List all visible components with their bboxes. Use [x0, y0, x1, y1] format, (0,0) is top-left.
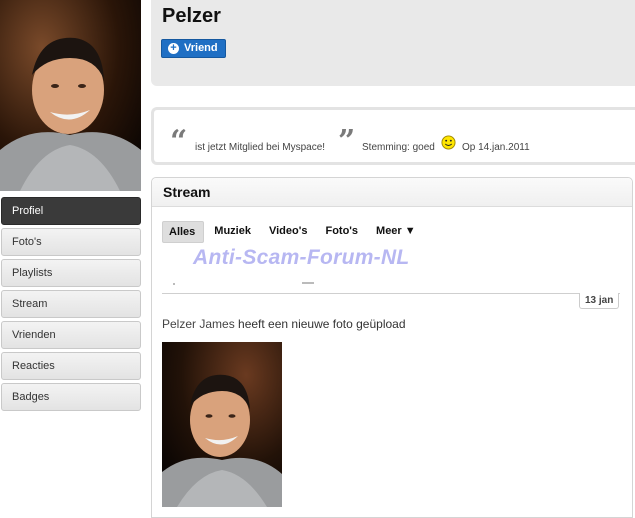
smiley-icon — [441, 135, 456, 150]
tab-meer[interactable]: Meer ▼ — [370, 221, 424, 243]
activity-text: heeft een nieuwe foto geüpload — [234, 317, 406, 331]
tab-fotos[interactable]: Foto's — [319, 221, 366, 243]
activity-item: Pelzer James heeft een nieuwe foto geüpl… — [162, 317, 406, 331]
profile-photo[interactable] — [0, 0, 141, 191]
add-friend-button[interactable]: + Vriend — [161, 39, 226, 58]
activity-user-link[interactable]: Pelzer James — [162, 317, 235, 331]
status-text: ist jetzt Mitglied bei Myspace! — [195, 142, 326, 153]
nav-item-reacties[interactable]: Reacties — [1, 352, 141, 380]
status-strip: “ ist jetzt Mitglied bei Myspace! ” Stem… — [151, 107, 635, 165]
profile-header: Pelzer + Vriend — [151, 0, 635, 86]
nav-item-fotos[interactable]: Foto's — [1, 228, 141, 256]
stream-header — [152, 178, 632, 207]
status-date: Op 14.jan.2011 — [462, 142, 530, 153]
quote-close-icon: ” — [338, 124, 356, 159]
profile-name: Pelzer — [162, 5, 221, 27]
nav-item-playlists[interactable]: Playlists — [1, 259, 141, 287]
add-friend-label: Vriend — [184, 42, 218, 54]
uploaded-photo-image — [162, 342, 282, 507]
stream-divider — [162, 293, 620, 294]
stream-tabs: Alles Muziek Video's Foto's Meer ▼ — [162, 221, 424, 243]
date-badge: 13 jan — [579, 293, 620, 309]
plus-circle-icon: + — [168, 43, 179, 54]
nav-item-profiel[interactable]: Profiel — [1, 197, 141, 225]
tab-videos[interactable]: Video's — [263, 221, 315, 243]
separator-dot — [173, 283, 175, 285]
separator-dash — [302, 282, 314, 284]
stream-panel: Stream Alles Muziek Video's Foto's Meer … — [151, 177, 633, 518]
mood-text: Stemming: goed — [362, 142, 435, 153]
nav-item-badges[interactable]: Badges — [1, 383, 141, 411]
nav-item-vrienden[interactable]: Vrienden — [1, 321, 141, 349]
watermark-text: Anti-Scam-Forum-NL — [193, 246, 410, 269]
nav-item-stream[interactable]: Stream — [1, 290, 141, 318]
quote-open-icon: “ — [170, 124, 188, 159]
tab-muziek[interactable]: Muziek — [208, 221, 259, 243]
side-nav: Profiel Foto's Playlists Stream Vrienden… — [1, 197, 141, 414]
stream-title: Stream — [163, 184, 211, 200]
profile-photo-image — [0, 0, 141, 191]
tab-alles[interactable]: Alles — [162, 221, 205, 243]
uploaded-photo[interactable] — [162, 342, 282, 507]
